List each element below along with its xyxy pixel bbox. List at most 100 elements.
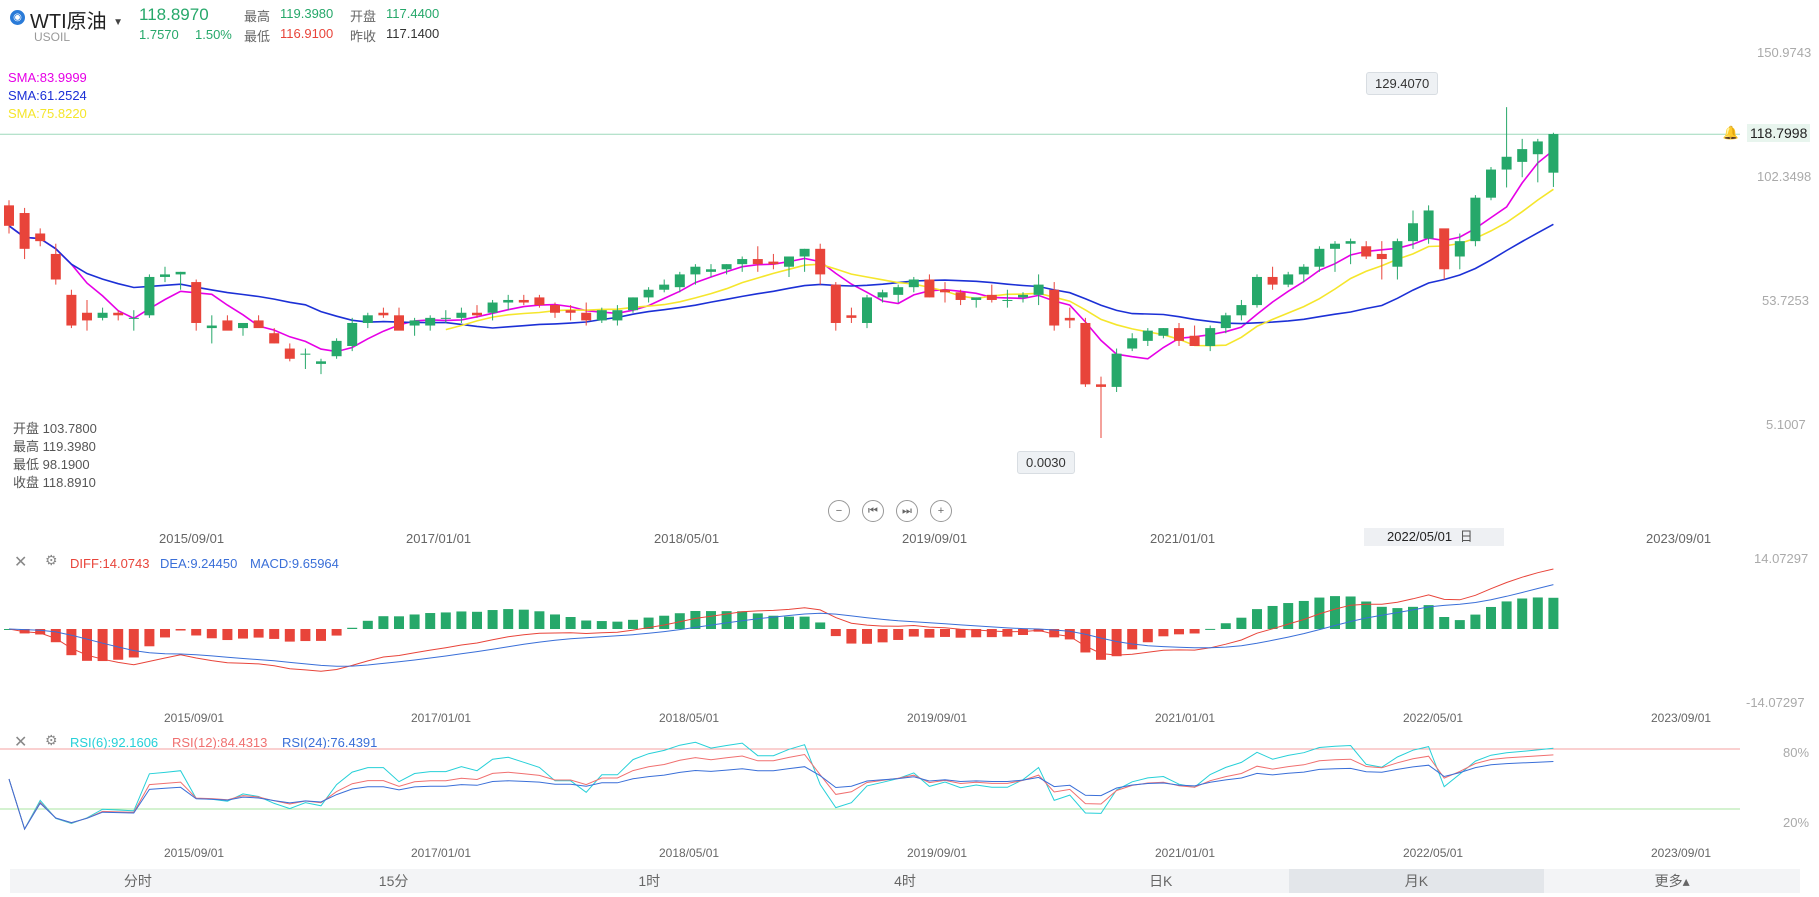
candle-body [1486,169,1496,198]
candle-body [596,310,607,321]
tab-daily[interactable]: 日K [1033,869,1289,893]
macd-bar [830,629,841,637]
macd-bar [924,629,935,638]
macd-bar [955,629,966,638]
candle-body [456,312,467,318]
macd-bar [487,610,498,629]
macd-x-label: 2015/09/01 [164,711,225,725]
candle-body [737,259,748,265]
price-alert-bell-icon[interactable]: 🔔 [1722,124,1740,142]
candle-body [940,289,950,293]
macd-bar [565,617,576,629]
macd-x-label: 2019/09/01 [907,711,968,725]
open-value: 117.4400 [386,6,440,21]
candle-body [893,287,904,295]
candle-body [1127,338,1138,349]
candle-body [1002,299,1013,301]
tab-more[interactable]: 更多▴ [1544,869,1800,893]
macd-bar [316,629,326,641]
macd-x-label: 2022/05/01 [1403,711,1464,725]
candle-body [1330,243,1340,249]
tab-4hour[interactable]: 4时 [777,869,1033,893]
rsi-x-label: 2022/05/01 [1403,846,1464,860]
candle-body [503,299,514,303]
candle-body [799,248,810,257]
macd-axis-top: 14.07297 [1754,551,1809,566]
candle-body [1345,241,1356,244]
macd-bar [581,620,592,629]
candle-body [1220,315,1231,329]
candle-body [1532,141,1543,155]
candle-body [1283,274,1294,285]
prev-close-value: 117.1400 [386,26,440,41]
macd-bar [1486,606,1496,629]
macd-bar [97,629,108,662]
candle-body [1376,253,1387,260]
macd-bar [1454,620,1465,629]
macd-bar [596,621,607,629]
macd-bar [846,629,857,644]
macd-bar [456,611,467,629]
candle-body [160,274,170,277]
candle-body [269,333,280,344]
candle-body [1080,322,1091,385]
low-value: 116.9100 [280,26,334,41]
candle-body [66,294,77,326]
macd-bar [1158,629,1169,637]
candle-body [487,302,498,313]
chart-controls: − ⏮ ⏭ + [828,500,952,522]
price-axis-label: 150.9743 [1757,45,1812,60]
candle-body [4,205,14,226]
tab-1hour[interactable]: 1时 [521,869,777,893]
candle-body [518,299,529,303]
macd-bar [628,619,638,629]
tab-intraday[interactable]: 分时 [10,869,266,893]
candle-body [1470,197,1481,242]
tab-15min[interactable]: 15分 [266,869,522,893]
candle-body [1408,223,1418,242]
candle-body [128,317,139,319]
rsi-axis-20: 20% [1783,815,1810,830]
candle-body [830,284,841,323]
candle-body [316,361,326,364]
macd-chart [4,568,1559,672]
macd-bar [160,629,170,638]
macd-bar [986,629,997,638]
candle-body [440,317,451,319]
candle-body [1501,156,1512,170]
candle-body [1064,317,1075,321]
candle-body [331,340,342,357]
candle-body [1267,276,1278,285]
candle-body [1314,248,1325,267]
x-axis-label: 2018/05/01 [654,531,720,546]
macd-x-label: 2017/01/01 [411,711,472,725]
macd-bar [144,629,155,647]
macd-bar [534,611,545,629]
macd-bar [1267,605,1278,629]
macd-bar [1142,629,1153,643]
skip-back-icon[interactable]: ⏮ [862,500,884,522]
zoom-in-icon[interactable]: + [930,500,952,522]
macd-bar [1361,601,1372,629]
rsi-x-label: 2017/01/01 [411,846,472,860]
candle-body [175,271,186,275]
price-axis-label: 5.1007 [1766,417,1806,432]
macd-bar [1548,597,1559,629]
zoom-out-icon[interactable]: − [828,500,850,522]
rsi-x-label: 2019/09/01 [907,846,968,860]
macd-bar [347,627,358,629]
candle-body [1049,289,1060,326]
skip-forward-icon[interactable]: ⏭ [896,500,918,522]
open-label: 开盘 [350,9,377,24]
macd-bar [1345,596,1356,629]
macd-bar [472,611,482,629]
macd-x-label: 2018/05/01 [659,711,720,725]
macd-bar [1174,629,1184,635]
candle-body [1298,266,1309,275]
macd-bar [362,620,373,629]
x-axis-label: 2015/09/01 [159,531,225,546]
high-value: 119.3980 [280,6,334,21]
candlestick-chart[interactable] [0,40,1740,480]
tab-monthly[interactable]: 月K [1288,869,1545,893]
macd-bar [113,629,124,660]
